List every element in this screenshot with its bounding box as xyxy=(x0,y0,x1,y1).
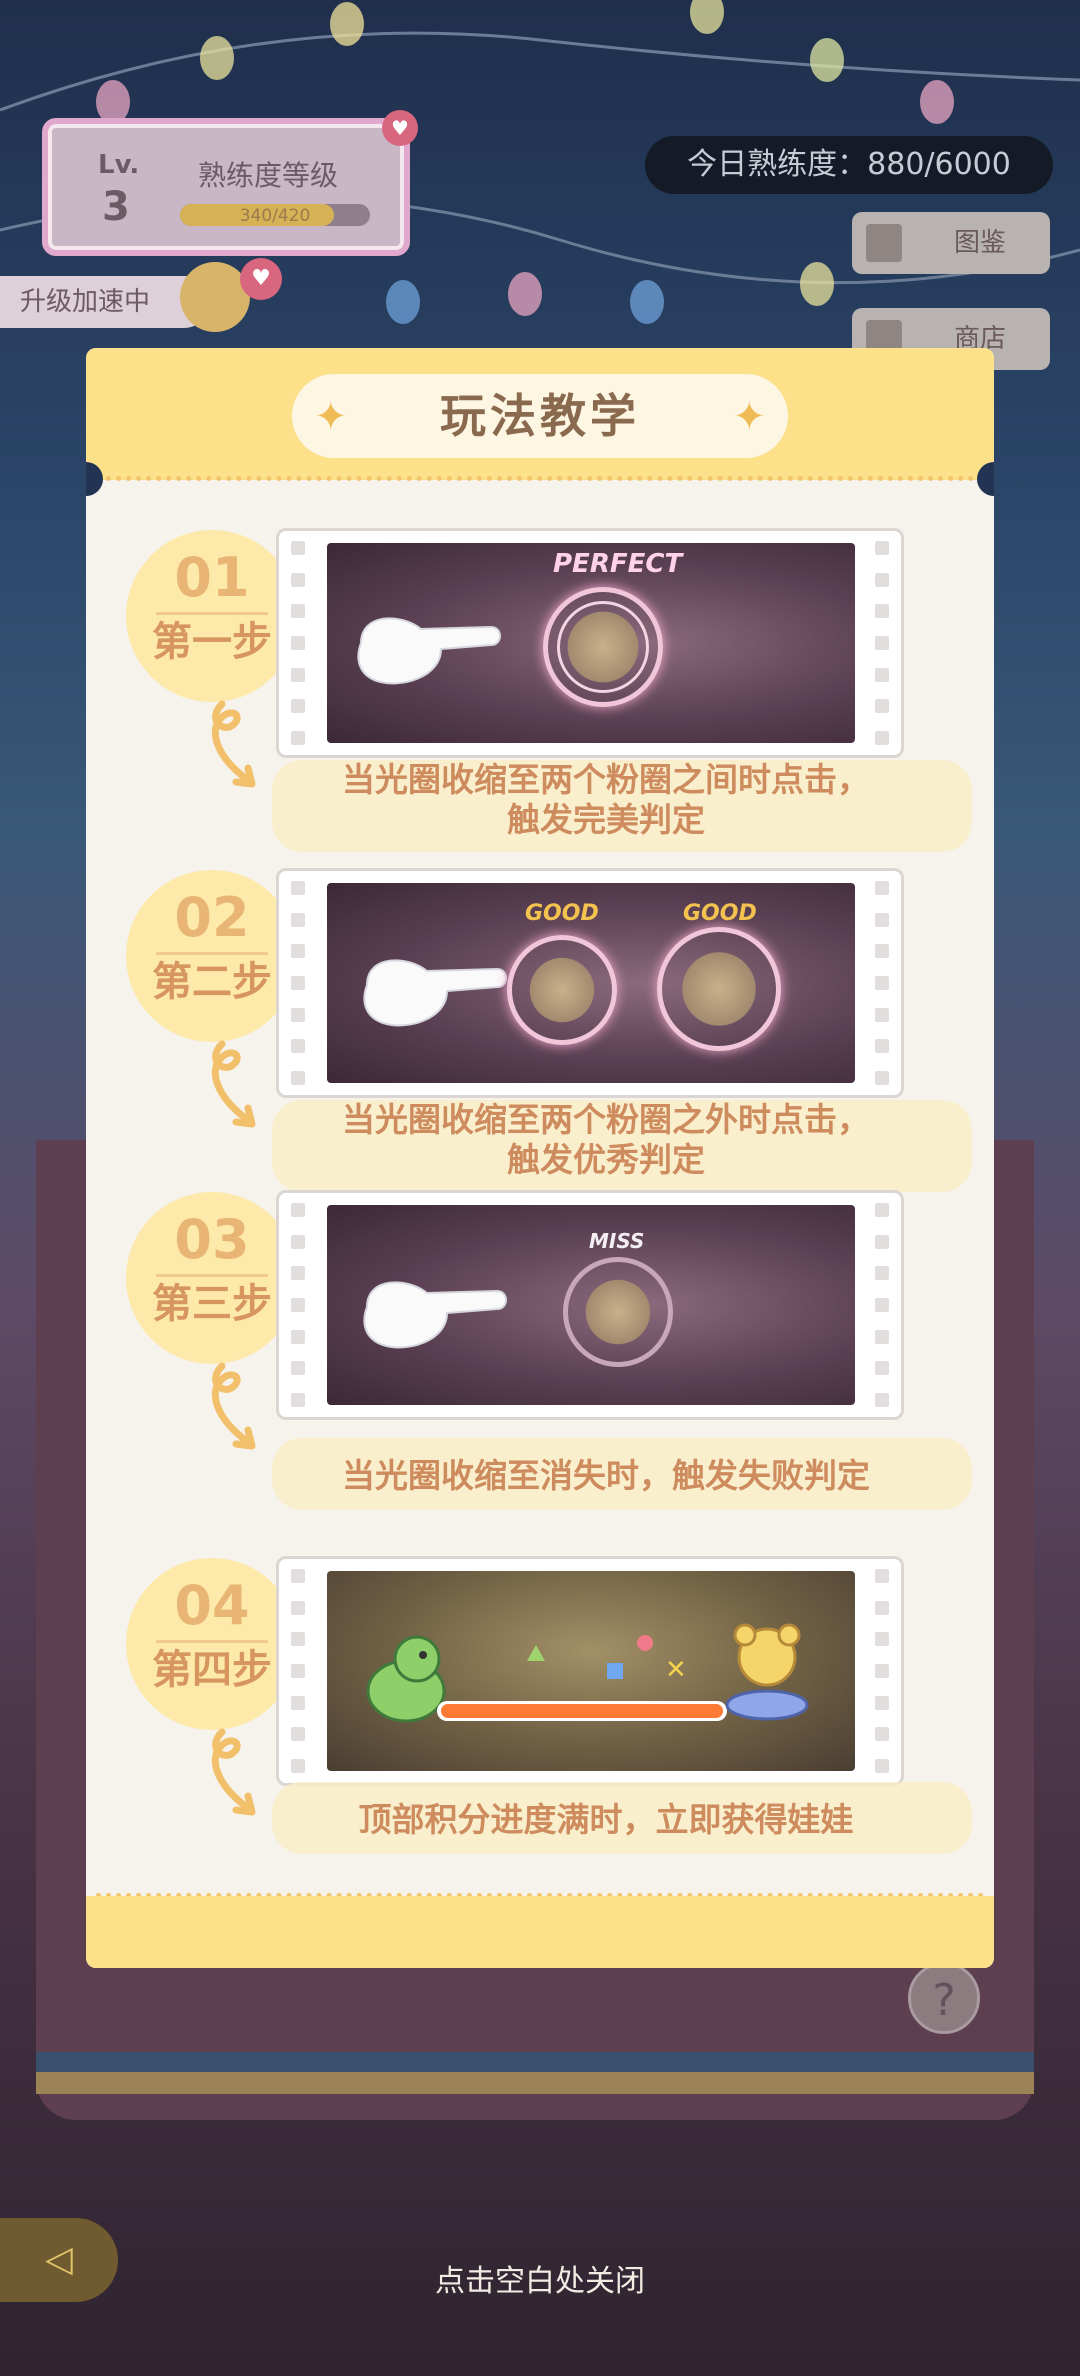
string-light-icon xyxy=(508,272,542,316)
step-caption: 当光圈收缩至消失时，触发失败判定 xyxy=(246,1456,966,1496)
circle-icon xyxy=(637,1635,653,1651)
judge-label: PERFECT xyxy=(553,549,683,579)
target-ring xyxy=(563,1257,673,1367)
tutorial-image-frame: MISS xyxy=(276,1190,904,1420)
step-badge: 04 第四步 xyxy=(126,1558,298,1730)
judge-label: MISS xyxy=(589,1229,645,1253)
side-button-label: 图鉴 xyxy=(953,228,1006,258)
heart-icon: ♥ xyxy=(240,258,282,300)
step-number: 04 xyxy=(174,1574,250,1637)
proficiency-progress-text: 340/420 xyxy=(239,206,311,226)
tutorial-scene: MISS xyxy=(327,1205,855,1405)
step-divider xyxy=(156,1274,268,1277)
tutorial-image-frame: PERFECT xyxy=(276,528,904,758)
step-name: 第二步 xyxy=(152,959,272,1005)
pointing-hand-icon xyxy=(363,959,507,1027)
tutorial-scene: PERFECT xyxy=(327,543,855,743)
modal-title-pill: ✦ 玩法教学 ✦ xyxy=(292,374,788,458)
side-button-collection[interactable]: 图鉴 xyxy=(852,212,1050,274)
today-proficiency: 今日熟练度：880/6000 xyxy=(645,136,1053,194)
step-badge: 03 第三步 xyxy=(126,1192,298,1364)
judge-label: GOOD xyxy=(683,901,757,926)
triangle-icon xyxy=(527,1645,545,1661)
caption-line: 当光圈收缩至两个粉圈之间时点击， xyxy=(342,760,870,799)
sparkle-icon: ✦ xyxy=(732,394,766,440)
step-caption: 当光圈收缩至两个粉圈之间时点击， 触发完美判定 xyxy=(246,760,966,840)
pointing-hand-icon xyxy=(357,617,501,685)
level-value: 3 xyxy=(102,184,130,230)
caption-line: 当光圈收缩至两个粉圈之外时点击， xyxy=(342,1100,870,1139)
heart-icon: ♥ xyxy=(382,110,418,146)
score-progress-fill xyxy=(441,1704,723,1718)
sparkle-icon: ✦ xyxy=(314,394,348,440)
string-light-icon xyxy=(920,80,954,124)
modal-title: 玩法教学 xyxy=(440,389,640,443)
step-name: 第四步 xyxy=(152,1647,272,1693)
book-icon xyxy=(866,224,902,262)
cross-icon: ✕ xyxy=(665,1655,687,1685)
inner-ring xyxy=(557,601,649,693)
character-avatar xyxy=(180,262,250,332)
string-light-icon xyxy=(810,38,844,82)
step-name: 第三步 xyxy=(152,1281,272,1327)
modal-footer xyxy=(86,1896,994,1968)
machine-stripe xyxy=(36,2072,1034,2094)
curly-arrow-icon xyxy=(211,1362,256,1450)
string-light-icon xyxy=(800,262,834,306)
close-hint[interactable]: 点击空白处关闭 xyxy=(0,2256,1080,2300)
proficiency-progress-bar: 340/420 xyxy=(180,204,370,226)
help-button[interactable]: ? xyxy=(908,1962,980,2034)
target-ring xyxy=(507,935,617,1045)
pointing-hand-icon xyxy=(363,1281,507,1349)
tutorial-image-frame: GOOD GOOD xyxy=(276,868,904,1098)
header-divider xyxy=(96,476,984,481)
tutorial-image-frame: ✕ xyxy=(276,1556,904,1786)
step-number: 03 xyxy=(174,1208,250,1271)
square-icon xyxy=(607,1663,623,1679)
string-light-icon xyxy=(200,36,234,80)
proficiency-title: 熟练度等级 xyxy=(198,159,339,192)
level-label: Lv. xyxy=(98,150,140,180)
step-divider xyxy=(156,1640,268,1643)
judge-label: GOOD xyxy=(525,901,599,926)
step-name: 第一步 xyxy=(152,619,272,665)
step-caption: 当光圈收缩至两个粉圈之外时点击， 触发优秀判定 xyxy=(246,1100,966,1180)
tutorial-modal: ✦ 玩法教学 ✦ 01 第一步 PERFECT 当光圈收缩至两个粉圈之间时点击，… xyxy=(86,348,994,1968)
step-caption: 顶部积分进度满时，立即获得娃娃 xyxy=(246,1800,966,1840)
step-divider xyxy=(156,612,268,615)
speedup-label: 升级加速中 xyxy=(20,287,151,317)
tutorial-scene: GOOD GOOD xyxy=(327,883,855,1083)
caption-line: 当光圈收缩至消失时，触发失败判定 xyxy=(342,1456,870,1495)
step-number: 02 xyxy=(174,886,250,949)
tutorial-scene: ✕ xyxy=(327,1571,855,1771)
step-number: 01 xyxy=(174,546,250,609)
string-light-icon xyxy=(330,2,364,46)
target-ring xyxy=(657,927,781,1051)
step-divider xyxy=(156,952,268,955)
caption-line: 触发完美判定 xyxy=(507,800,705,839)
speedup-tag[interactable]: 升级加速中 xyxy=(0,276,211,328)
step-badge: 01 第一步 xyxy=(126,530,298,702)
proficiency-level-card[interactable]: Lv. 3 熟练度等级 340/420 ♥ xyxy=(42,110,418,256)
caption-line: 触发优秀判定 xyxy=(507,1140,705,1179)
step-badge: 02 第二步 xyxy=(126,870,298,1042)
bear-character-icon xyxy=(725,1623,809,1721)
caption-line: 顶部积分进度满时，立即获得娃娃 xyxy=(358,1800,854,1839)
machine-stripe xyxy=(36,2052,1034,2072)
string-light-icon xyxy=(386,280,420,324)
string-light-icon xyxy=(630,280,664,324)
score-progress-bar xyxy=(437,1701,727,1721)
